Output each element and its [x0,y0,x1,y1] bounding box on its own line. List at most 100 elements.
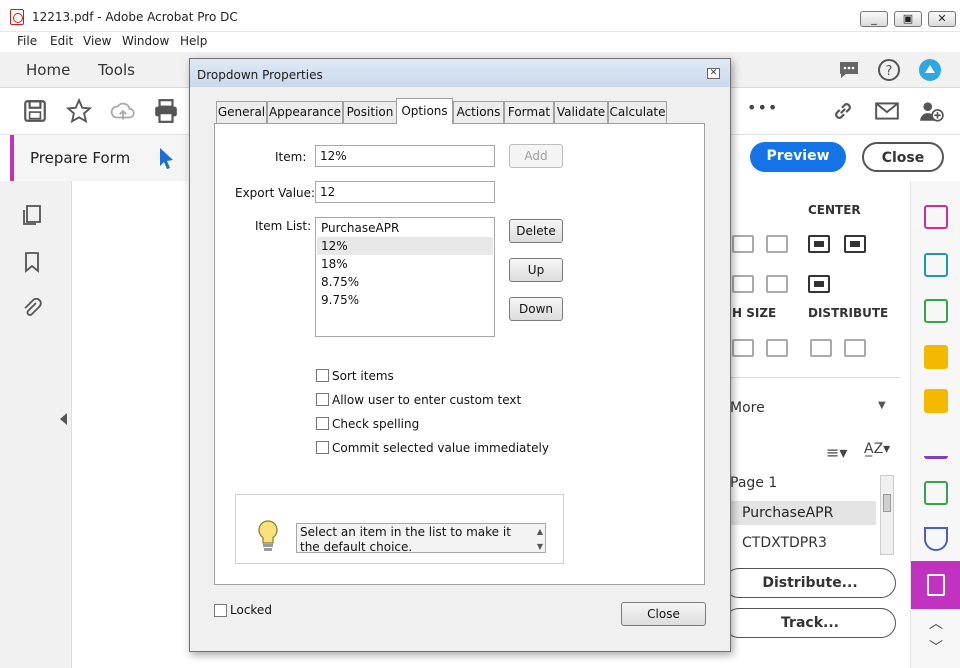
distribute-button[interactable]: Distribute... [724,568,896,598]
preview-button[interactable]: Preview [750,142,846,172]
dialog-close-icon[interactable]: ✕ [707,68,720,79]
organize-pages-icon[interactable] [924,205,948,229]
align-right-icon[interactable] [766,235,788,253]
panel-divider [730,377,900,378]
tab-appearance[interactable]: Appearance [267,101,343,123]
center-horizontal-icon[interactable] [808,235,830,253]
list-item[interactable]: 18% [317,255,493,273]
down-button[interactable]: Down [509,297,563,321]
center-vertical-icon[interactable] [844,235,866,253]
tab-home[interactable]: Home [14,52,82,88]
field-list-scrollbar[interactable] [880,475,894,555]
track-button[interactable]: Track... [724,608,896,638]
add-comment-file-icon[interactable] [924,345,948,369]
prepare-form-bar: Prepare Form [10,135,188,181]
profile-avatar-icon[interactable] [918,58,942,82]
window-close-button[interactable]: ✕ [928,11,956,27]
list-item[interactable]: PurchaseAPR [317,219,493,237]
custom-text-checkbox[interactable] [316,393,329,406]
tab-actions[interactable]: Actions [453,101,504,123]
scrollbar-thumb[interactable] [883,494,891,512]
align-vertical-icon[interactable] [732,235,754,253]
commit-immediately-checkbox[interactable] [316,441,329,454]
fill-sign-icon[interactable] [924,435,948,459]
center-both-icon[interactable] [808,275,830,293]
check-spelling-checkbox[interactable] [316,417,329,430]
select-cursor-icon[interactable] [158,147,176,169]
distribute-vertical-icon[interactable] [844,339,866,357]
comment-bubble-icon[interactable] [837,58,861,82]
add-button[interactable]: Add [509,144,563,168]
export-value-input[interactable]: 12 [315,181,495,203]
compare-files-icon[interactable] [924,299,948,323]
tab-calculate[interactable]: Calculate [608,101,667,123]
page-thumbnails-icon[interactable] [20,203,44,227]
item-input[interactable]: 12% [315,145,495,167]
restore-button[interactable]: ▣ [894,11,922,27]
list-item[interactable]: 8.75% [317,273,493,291]
prepare-form-tool-active[interactable] [911,561,960,609]
match-height-icon[interactable] [732,339,754,357]
email-icon[interactable] [874,98,900,124]
sort-alpha-icon[interactable]: A̲Z▾ [864,441,890,457]
dropdown-properties-dialog: Dropdown Properties ✕ General Appearance… [189,58,731,652]
close-icon: ✕ [937,12,947,25]
list-item[interactable]: 9.75% [317,291,493,309]
page-tree-item[interactable]: Page 1 [730,475,777,491]
close-form-button[interactable]: Close [862,142,944,172]
tab-general[interactable]: General [216,101,267,123]
align-middle-icon[interactable] [732,275,754,293]
distribute-horizontal-icon[interactable] [810,339,832,357]
menu-file[interactable]: File [17,34,37,48]
export-value-label: Export Value: [235,186,316,200]
menu-help[interactable]: Help [180,34,207,48]
pdf-app-icon [10,9,24,25]
save-icon[interactable] [22,98,48,124]
help-icon[interactable]: ? [877,58,901,82]
minimize-button[interactable]: _ [860,11,888,27]
upload-cloud-icon[interactable] [110,98,136,124]
locked-checkbox[interactable] [214,604,227,617]
field-row-selected[interactable]: PurchaseAPR [730,501,876,525]
scroll-up-icon[interactable]: ︿ [929,613,943,633]
dialog-titlebar: Dropdown Properties ✕ [190,59,730,87]
bookmarks-icon[interactable] [20,250,44,274]
sort-items-checkbox[interactable] [316,369,329,382]
attachments-icon[interactable] [20,296,44,320]
tab-options[interactable]: Options [396,98,453,124]
menu-view[interactable]: View [83,34,111,48]
field-name-2[interactable]: CTDXTDPR3 [742,535,827,551]
tab-tools[interactable]: Tools [86,52,147,88]
protect-shield-icon[interactable] [924,527,948,551]
item-list[interactable]: PurchaseAPR 12% 18% 8.75% 9.75% [315,217,495,337]
dialog-close-button[interactable]: Close [621,602,706,626]
print-icon[interactable] [153,98,179,124]
align-bottom-icon[interactable] [766,275,788,293]
sort-order-icon[interactable]: ≡▾ [826,443,847,462]
export-pdf-icon[interactable] [924,253,948,277]
scroll-down-icon[interactable]: ﹀ [929,637,943,657]
more-dropdown-icon[interactable]: ▼ [878,400,886,411]
up-button[interactable]: Up [509,258,563,282]
print-production-icon[interactable] [924,481,948,505]
hint-scroll-down-icon[interactable]: ▼ [537,539,543,554]
sort-items-label: Sort items [332,369,394,383]
bookmark-star-icon[interactable] [66,98,92,124]
share-link-icon[interactable] [830,98,856,124]
tab-format[interactable]: Format [504,101,554,123]
add-user-icon[interactable] [918,98,944,124]
more-label[interactable]: More [730,400,765,416]
delete-button[interactable]: Delete [509,219,563,243]
menu-edit[interactable]: Edit [50,34,73,48]
collapse-left-panel-icon[interactable] [60,413,68,425]
comment-icon[interactable] [924,389,948,413]
locked-label: Locked [230,603,272,617]
tab-validate[interactable]: Validate [554,101,608,123]
menu-window[interactable]: Window [122,34,169,48]
hint-text: Select an item in the list to make it th… [296,523,546,554]
tab-position[interactable]: Position [343,101,397,123]
match-both-icon[interactable] [766,339,788,357]
hint-scroll-up-icon[interactable]: ▲ [537,524,543,539]
more-tools-button[interactable]: ••• [747,98,778,117]
list-item-selected[interactable]: 12% [317,237,493,255]
